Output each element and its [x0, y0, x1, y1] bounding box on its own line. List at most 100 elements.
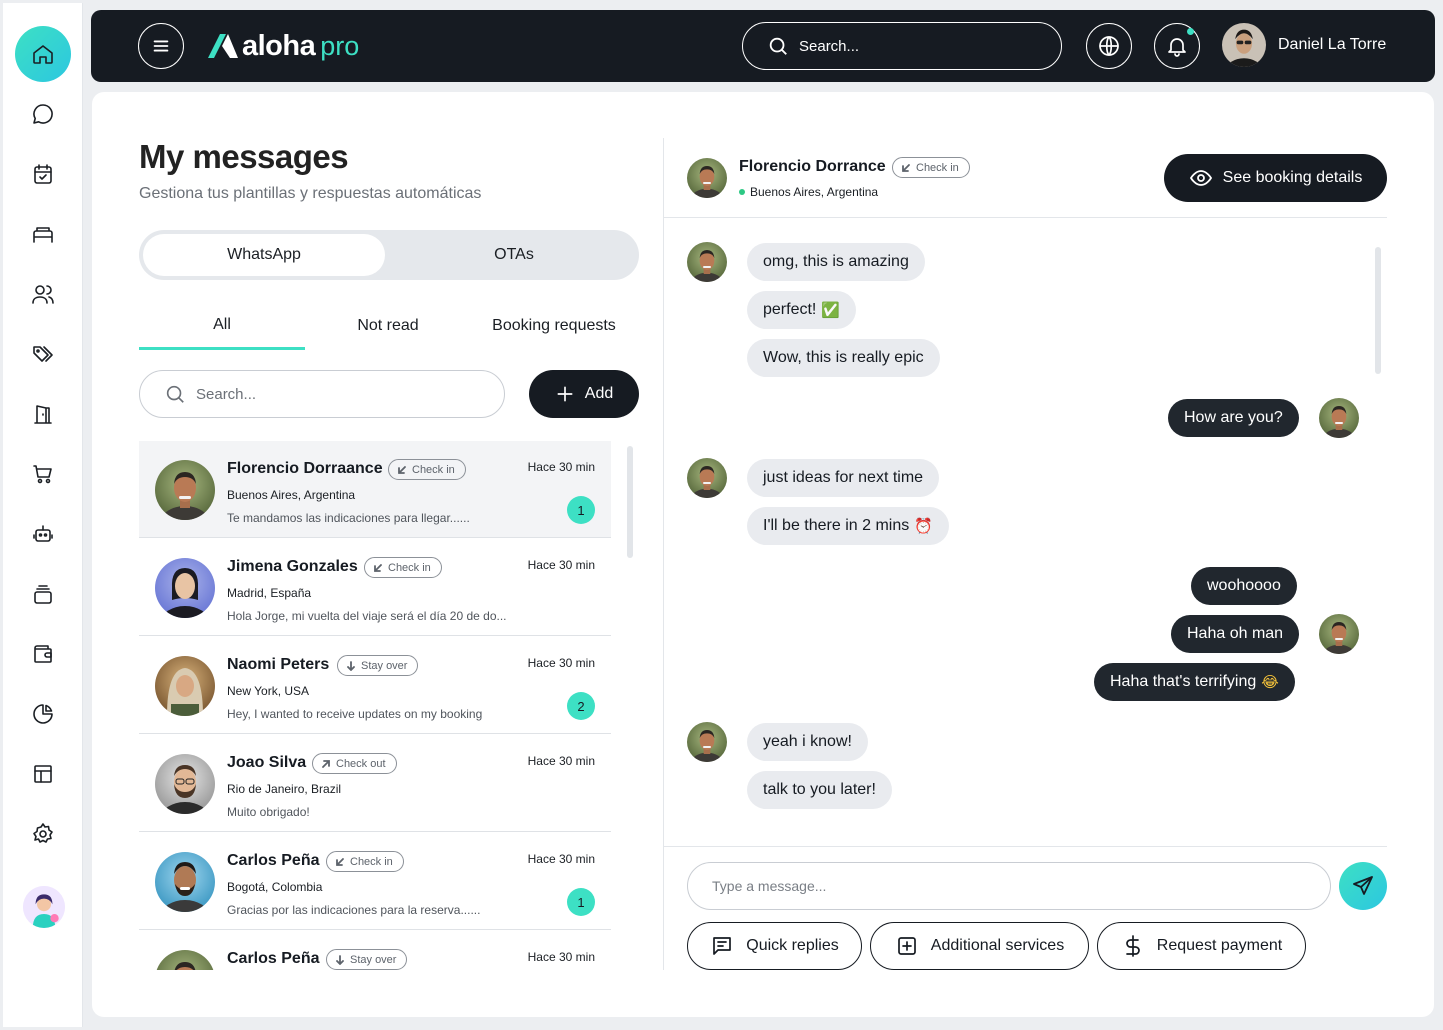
tags-icon	[33, 346, 53, 362]
language-button[interactable]	[1086, 23, 1132, 69]
account-avatar[interactable]	[23, 886, 65, 928]
see-booking-details-label: See booking details	[1222, 169, 1363, 186]
layout-icon	[34, 765, 52, 783]
sidebar-item-layout[interactable]	[15, 746, 71, 802]
alarm-clock-emoji: ⏰	[914, 517, 933, 535]
additional-services-button[interactable]: Additional services	[870, 922, 1089, 970]
arrow-up-right-icon	[322, 759, 330, 768]
filter-tabs: All Not read Booking requests	[139, 302, 639, 350]
message-text: Wow, this is really epic	[763, 349, 924, 366]
request-payment-label: Request payment	[1156, 937, 1283, 954]
message-text: woohoooo	[1207, 577, 1281, 594]
arrow-down-icon	[336, 954, 344, 965]
global-search-placeholder: Search...	[799, 37, 860, 55]
message-bubble-outgoing: Haha that's terrifying 😂	[1094, 663, 1295, 701]
message-text: perfect!	[763, 301, 817, 318]
robot-icon	[33, 525, 53, 542]
conversation-search-input[interactable]: Search...	[139, 370, 505, 418]
sidebar-item-chat[interactable]	[15, 86, 71, 142]
message-text: omg, this is amazing	[763, 253, 909, 270]
message-bubble-incoming: omg, this is amazing	[747, 243, 925, 281]
message-text: How are you?	[1184, 409, 1283, 426]
plus-square-icon	[897, 937, 916, 955]
user-menu[interactable]: Daniel La Torre	[1222, 23, 1386, 67]
conversation-item[interactable]: Florencio Dorraance Check in Hace 30 min…	[139, 441, 611, 538]
sidebar-item-layers[interactable]	[15, 566, 71, 622]
tab-booking-requests[interactable]: Booking requests	[471, 302, 637, 350]
contact-avatar	[155, 852, 215, 912]
user-name: Daniel La Torre	[1278, 36, 1387, 53]
add-button[interactable]: Add	[529, 370, 639, 418]
layers-icon	[34, 585, 52, 604]
sidebar-item-shop[interactable]	[15, 446, 71, 502]
chat-contact-location: Buenos Aires, Argentina	[739, 185, 878, 199]
sidebar-item-tags[interactable]	[15, 326, 71, 382]
contact-avatar	[155, 558, 215, 618]
quick-replies-button[interactable]: Quick replies	[687, 922, 862, 970]
chat-status-label: Check in	[916, 161, 959, 174]
sidebar-item-automation[interactable]	[15, 506, 71, 562]
menu-button[interactable]	[138, 23, 184, 69]
status-badge-label: Check out	[336, 757, 386, 770]
sidebar-item-home[interactable]	[15, 26, 71, 82]
contact-location: Madrid, España	[227, 586, 312, 600]
conversation-item[interactable]: Carlos Peña Check in Hace 30 min Bogotá,…	[139, 833, 611, 930]
messages-panel: My messages Gestiona tus plantillas y re…	[92, 92, 1434, 1017]
contact-name: Carlos Peña	[227, 852, 320, 869]
conversation-item[interactable]: Carlos Peña Stay over Hace 30 min	[139, 931, 611, 970]
status-badge: Stay over	[337, 655, 419, 676]
status-badge: Stay over	[326, 949, 408, 970]
sidebar-item-wallet[interactable]	[15, 626, 71, 682]
conversation-list-scrollbar[interactable]	[627, 446, 633, 558]
online-indicator	[739, 189, 745, 195]
sidebar-item-calendar[interactable]	[15, 146, 71, 202]
message-bubble-outgoing: Haha oh man	[1171, 615, 1300, 653]
sidebar-item-doors[interactable]	[15, 386, 71, 442]
chat-scrollbar[interactable]	[1375, 247, 1381, 374]
search-icon	[166, 385, 184, 403]
message-text: yeah i know!	[763, 733, 852, 750]
request-payment-button[interactable]: Request payment	[1097, 922, 1306, 970]
message-avatar	[687, 242, 727, 282]
status-badge: Check in	[364, 557, 442, 578]
sidebar-item-reports[interactable]	[15, 686, 71, 742]
message-input[interactable]: Type a message...	[687, 862, 1331, 910]
unread-count: 1	[567, 496, 595, 524]
channel-option-whatsapp[interactable]: WhatsApp	[143, 234, 385, 276]
sidebar-item-guests[interactable]	[15, 266, 71, 322]
global-search-input[interactable]: Search...	[742, 22, 1062, 70]
message-time: Hace 30 min	[527, 754, 595, 768]
hamburger-icon	[153, 40, 169, 52]
message-preview: Hey, I wanted to receive updates on my b…	[227, 707, 483, 721]
sidebar-item-rooms[interactable]	[15, 206, 71, 262]
message-time: Hace 30 min	[527, 852, 595, 866]
contact-name: Carlos Peña	[227, 950, 320, 967]
conversation-item[interactable]: Jimena Gonzales Check in Hace 30 min Mad…	[139, 539, 611, 636]
sidebar-item-settings[interactable]	[15, 806, 71, 862]
door-icon	[34, 405, 52, 424]
notifications-button[interactable]	[1154, 23, 1200, 69]
message-preview: Te mandamos las indicaciones para llegar…	[227, 511, 470, 525]
send-button[interactable]	[1339, 862, 1387, 910]
contact-avatar	[155, 950, 215, 970]
message-text: I'll be there in 2 mins	[763, 517, 910, 534]
quick-replies-label: Quick replies	[746, 937, 839, 954]
logo-text: aloha	[242, 29, 316, 62]
see-booking-details-button[interactable]: See booking details	[1164, 154, 1387, 202]
brand-logo[interactable]: aloha pro	[206, 28, 359, 64]
tab-all[interactable]: All	[139, 302, 305, 350]
conversation-item[interactable]: Naomi Peters Stay over Hace 30 min New Y…	[139, 637, 611, 734]
contact-location: Buenos Aires, Argentina	[227, 488, 356, 502]
status-badge-label: Check in	[412, 463, 455, 476]
gear-icon	[33, 823, 53, 843]
conversation-search-placeholder: Search...	[196, 385, 257, 403]
channel-option-otas[interactable]: OTAs	[393, 234, 635, 276]
unread-count: 2	[567, 692, 595, 720]
add-button-label: Add	[584, 385, 614, 402]
tab-not-read[interactable]: Not read	[305, 302, 471, 350]
conversation-item[interactable]: Joao Silva Check out Hace 30 min Rio de …	[139, 735, 611, 832]
channel-toggle: WhatsApp OTAs	[139, 230, 639, 280]
message-bubble-incoming: I'll be there in 2 mins ⏰	[747, 507, 949, 545]
arrow-down-left-icon	[902, 163, 910, 172]
message-input-placeholder: Type a message...	[712, 878, 827, 894]
